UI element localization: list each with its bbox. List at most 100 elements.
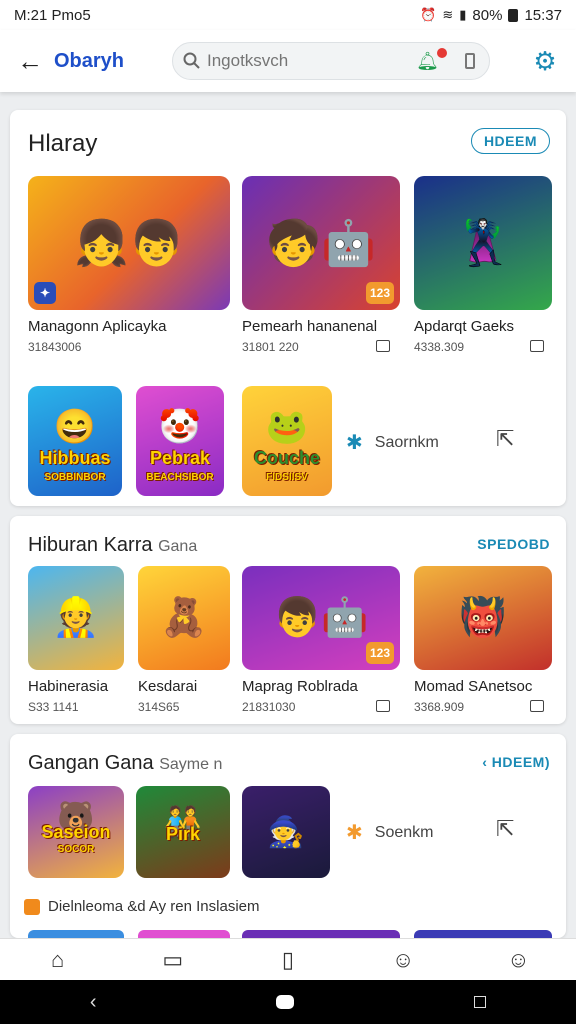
game-title[interactable]: Kesdarai xyxy=(138,678,197,695)
small-game-tile[interactable]: 🤡 Pebrak BEACHSIBOR xyxy=(136,386,224,496)
footer-row[interactable]: Dielnleoma &d Ay ren Inslasiem xyxy=(24,898,260,915)
section-card-1: Hlaray HDEEM 👧👦 ✦ 🧒🤖 123 🦹 Managonn Apli… xyxy=(10,110,566,506)
game-art-icon: 🐸 xyxy=(265,408,309,446)
game-tile[interactable]: 👷 xyxy=(28,566,124,670)
download-icon[interactable] xyxy=(376,340,390,352)
tile-caption: BEACHSIBOR xyxy=(146,472,214,483)
small-game-tile[interactable]: 🧑‍🤝‍🧑 Pirk xyxy=(136,786,230,878)
game-meta: 21831030 xyxy=(242,700,296,714)
battery-percent: 80% xyxy=(472,6,503,24)
small-game-tile[interactable]: 🐸 Couche FIDSIISV xyxy=(242,386,332,496)
app-badge-icon: ✦ xyxy=(34,282,56,304)
download-icon[interactable] xyxy=(530,340,544,352)
bluetooth-icon: ✱ xyxy=(346,822,363,844)
level-badge: 123 xyxy=(366,282,394,304)
tile-word: Hibbuas xyxy=(39,448,111,468)
wifi-icon: ≋ xyxy=(442,7,454,22)
section-subtitle: Sayme n xyxy=(159,756,223,773)
see-all-label: HDEEM) xyxy=(491,754,550,770)
game-title[interactable]: Habinerasia xyxy=(28,678,108,695)
game-art-icon: 🦹 xyxy=(455,219,511,268)
game-art-icon: 😄 xyxy=(53,408,97,446)
action-button[interactable]: ✱ Saornkm xyxy=(346,430,439,455)
game-art-icon: 🤡 xyxy=(158,408,202,446)
bell-icon[interactable]: 🔔︎ xyxy=(416,51,439,72)
level-badge: 123 xyxy=(366,642,394,664)
section-card-2: Hiburan Karra Gana SPEDOBD 👷 🧸 👦🤖 123 👹 … xyxy=(10,516,566,724)
download-icon[interactable] xyxy=(530,700,544,712)
bluetooth-icon: ✱ xyxy=(346,432,363,454)
game-tile[interactable]: 👹 xyxy=(414,566,552,670)
bottom-nav: ⌂ ▭ ▯ ☺ ☺ xyxy=(0,938,576,980)
system-back-icon[interactable]: ‹ xyxy=(90,991,97,1014)
game-tile[interactable]: 🧸 xyxy=(138,566,230,670)
share-icon[interactable]: ⇱ xyxy=(496,426,514,452)
app-icon xyxy=(24,898,40,915)
alarm-icon: ⏰ xyxy=(420,7,437,22)
section-subtitle: Gana xyxy=(158,538,198,555)
game-art-icon: 🧒🤖 xyxy=(266,219,376,268)
small-game-tile[interactable]: 🐻 Saseion SOCOR xyxy=(28,786,124,878)
chat-icon[interactable]: ▭ xyxy=(143,947,203,973)
game-tile[interactable]: 👦🤖 123 xyxy=(242,566,400,670)
game-art-icon: 👧👦 xyxy=(74,219,184,268)
system-home-icon[interactable] xyxy=(276,995,295,1009)
game-art-icon: 👦🤖 xyxy=(273,597,369,639)
game-meta: 314S65 xyxy=(138,700,180,714)
share-icon[interactable]: ⇱ xyxy=(496,816,514,842)
download-icon[interactable] xyxy=(376,700,390,712)
game-tile[interactable]: 🧒🤖 123 xyxy=(242,176,400,310)
search-bar[interactable]: 🔔︎ xyxy=(172,42,490,80)
game-meta: 31843006 xyxy=(28,340,82,354)
phone-icon[interactable] xyxy=(465,53,475,69)
system-recents-icon[interactable] xyxy=(474,996,487,1008)
action-label: Saornkm xyxy=(374,433,439,451)
game-title[interactable]: Apdarqt Gaeks xyxy=(414,318,514,335)
action-button[interactable]: ✱ Soenkm xyxy=(346,820,433,845)
back-arrow-icon[interactable]: ← xyxy=(14,45,46,77)
game-meta: S33 1141 xyxy=(28,700,79,714)
section-title: Gangan Gana Sayme n xyxy=(28,752,222,775)
account-icon[interactable]: ☺ xyxy=(488,947,548,973)
app-title: Obaryh xyxy=(54,49,125,72)
game-art-icon: 👷 xyxy=(52,597,100,639)
profile-icon[interactable]: ☺ xyxy=(373,947,433,973)
notification-dot xyxy=(437,48,447,58)
game-title[interactable]: Managonn Aplicayka xyxy=(28,318,166,335)
footer-label: Dielnleoma &d Ay ren Inslasiem xyxy=(48,898,260,915)
battery-icon xyxy=(508,8,519,22)
settings-icon[interactable]: ⚙ xyxy=(528,44,562,78)
game-meta: 4338.309 xyxy=(414,340,465,354)
see-all-button[interactable]: ‹ HDEEM) xyxy=(482,754,550,770)
tile-caption: SOCOR xyxy=(57,844,95,855)
tile-word: Pebrak xyxy=(149,448,211,468)
game-meta: 31801 220 xyxy=(242,340,299,354)
section-title-text: Gangan Gana xyxy=(28,752,154,774)
apps-icon[interactable]: ▯ xyxy=(258,947,318,973)
small-game-tile[interactable]: 😄 Hibbuas SOBBINBOR xyxy=(28,386,122,496)
game-title[interactable]: Maprag Roblrada xyxy=(242,678,358,695)
game-art-icon: 👹 xyxy=(459,597,507,639)
section-title: Hlaray xyxy=(28,130,98,157)
game-tile[interactable]: 👧👦 ✦ xyxy=(28,176,230,310)
game-title[interactable]: Pemearh hananenal xyxy=(242,318,377,335)
search-icon xyxy=(183,52,200,69)
tile-word: Pirk xyxy=(165,824,201,844)
tile-caption: SOBBINBOR xyxy=(44,472,106,483)
app-bar: ← Obaryh 🔔︎ ⚙ xyxy=(0,30,576,92)
status-bar: M:21 Pmo5 ⏰ ≋ ▮ 80% 15:37 xyxy=(0,0,576,30)
action-label: Soenkm xyxy=(374,823,434,841)
see-all-button[interactable]: HDEEM xyxy=(470,128,550,154)
tile-word: Saseion xyxy=(41,822,111,842)
game-tile[interactable]: 🦹 xyxy=(414,176,552,310)
status-time: M:21 Pmo5 xyxy=(14,6,91,24)
signal-icon: ▮ xyxy=(459,7,467,22)
game-art-icon: 🧸 xyxy=(160,597,208,639)
status-icons: ⏰ ≋ ▮ 80% 15:37 xyxy=(420,7,562,24)
see-all-button[interactable]: SPEDOBD xyxy=(477,536,550,552)
game-title[interactable]: Momad SAnetsoc xyxy=(414,678,532,695)
home-icon[interactable]: ⌂ xyxy=(28,947,88,973)
small-game-tile[interactable]: 🧙 xyxy=(242,786,330,878)
search-input[interactable] xyxy=(207,51,437,71)
game-meta: 3368.909 xyxy=(414,700,465,714)
